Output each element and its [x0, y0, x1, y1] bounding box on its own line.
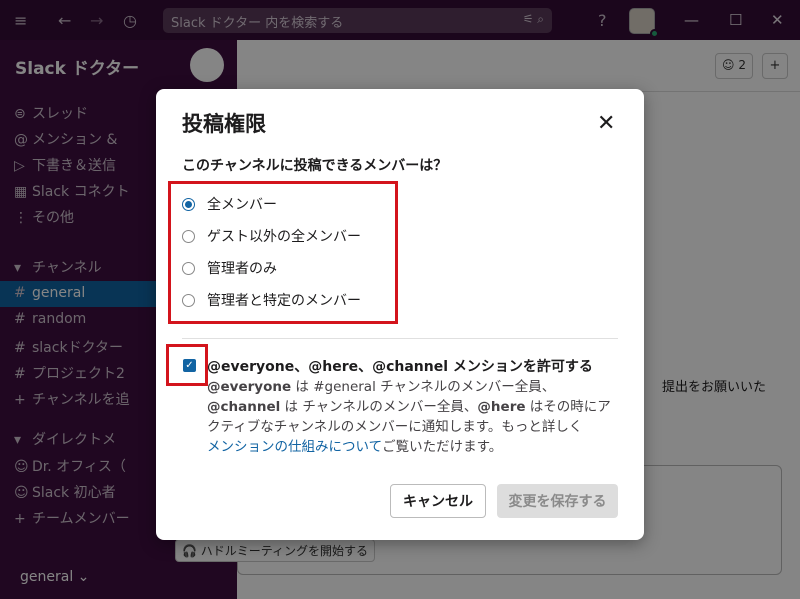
save-changes-button[interactable]: 変更を保存する	[497, 484, 618, 518]
dialog-title: 投稿権限	[182, 112, 266, 136]
radio-option-non-guests[interactable]: ゲスト以外の全メンバー	[182, 226, 361, 246]
mention-description: @everyone は #general チャンネルのメンバー全員、@chann…	[207, 379, 611, 455]
mention-checkbox[interactable]: ✓	[183, 359, 196, 372]
permission-question: このチャンネルに投稿できるメンバーは？	[182, 158, 448, 174]
radio-option-admins-specific[interactable]: 管理者と特定のメンバー	[182, 290, 361, 310]
divider	[182, 338, 618, 339]
radio-button[interactable]	[182, 197, 195, 211]
radio-button[interactable]	[182, 229, 195, 243]
close-icon[interactable]: ✕	[597, 111, 615, 136]
cancel-button[interactable]: キャンセル	[390, 484, 486, 518]
radio-option-admins[interactable]: 管理者のみ	[182, 258, 277, 278]
mention-toggle-title: @everyone、@here、@channel メンションを許可する	[207, 359, 593, 375]
radio-option-all[interactable]: 全メンバー	[182, 194, 277, 214]
posting-permissions-dialog: 投稿権限 ✕ このチャンネルに投稿できるメンバーは？ 全メンバー ゲスト以外の全…	[156, 89, 644, 540]
radio-button[interactable]	[182, 293, 195, 307]
mention-help-link[interactable]: メンションの仕組みについて	[207, 439, 382, 455]
radio-button[interactable]	[182, 261, 195, 275]
